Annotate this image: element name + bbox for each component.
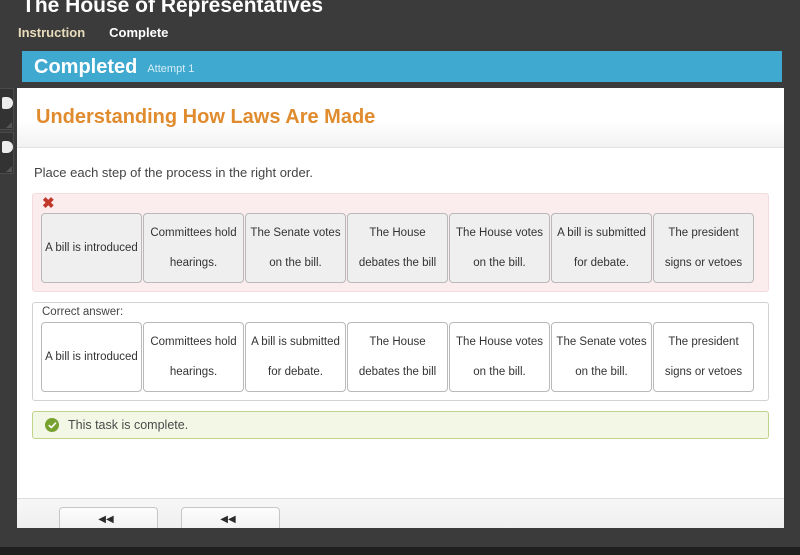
task-prompt: Place each step of the process in the ri… xyxy=(34,165,313,180)
restart-button[interactable]: ◀◀ xyxy=(181,507,280,528)
panel-icon-1 xyxy=(2,97,13,109)
step-card: Committees hold hearings. xyxy=(143,322,244,392)
panel-icon-2 xyxy=(2,141,13,153)
step-card-line2: debates the bill xyxy=(358,366,437,378)
lesson-footer: ◀◀ ◀◀ xyxy=(17,498,784,528)
user-answer-row: ✖ A bill is introduced Committees hold h… xyxy=(32,193,769,292)
step-tabstrip: Instruction Complete xyxy=(18,25,168,40)
step-card-line2: on the bill. xyxy=(575,366,628,378)
step-card: The president signs or vetoes xyxy=(653,322,754,392)
resize-corner-icon-2 xyxy=(6,166,12,172)
step-card-line1: The Senate votes xyxy=(250,226,341,239)
step-card-line1: A bill is submitted xyxy=(557,226,646,239)
step-card-line1: The House votes xyxy=(456,226,543,239)
task-complete-alert: This task is complete. xyxy=(32,411,769,439)
correct-answer-cards: A bill is introduced Committees hold hea… xyxy=(41,322,760,392)
step-card-line1: A bill is submitted xyxy=(251,335,340,348)
step-card[interactable]: A bill is submitted for debate. xyxy=(551,213,652,283)
tab-instruction[interactable]: Instruction xyxy=(18,25,85,40)
lesson-header: Understanding How Laws Are Made xyxy=(17,88,784,148)
status-banner: Completed Attempt 1 xyxy=(22,51,782,82)
step-card[interactable]: The Senate votes on the bill. xyxy=(245,213,346,283)
step-card-line2: hearings. xyxy=(169,257,218,269)
bottom-gutter xyxy=(0,547,800,555)
step-card-line2: on the bill. xyxy=(473,257,526,269)
step-card[interactable]: Committees hold hearings. xyxy=(143,213,244,283)
cross-icon: ✖ xyxy=(42,195,55,212)
step-card-line2: on the bill. xyxy=(269,257,322,269)
rewind-icon: ◀◀ xyxy=(98,514,114,525)
step-card-line1: A bill is introduced xyxy=(45,350,138,363)
step-card: The House votes on the bill. xyxy=(449,322,550,392)
step-card-line2: signs or vetoes xyxy=(664,366,743,378)
correct-answer-label: Correct answer: xyxy=(42,306,124,318)
step-card-line1: Committees hold xyxy=(150,335,237,348)
alert-message: This task is complete. xyxy=(68,418,189,432)
step-card-line1: The House votes xyxy=(456,335,543,348)
step-card[interactable]: A bill is introduced xyxy=(41,213,142,283)
step-card: The House debates the bill xyxy=(347,322,448,392)
resize-corner-icon-1 xyxy=(6,122,12,128)
step-card[interactable]: The House debates the bill xyxy=(347,213,448,283)
step-card[interactable]: The president signs or vetoes xyxy=(653,213,754,283)
step-card-line2: on the bill. xyxy=(473,366,526,378)
step-card-line1: The president xyxy=(668,335,739,348)
step-card-line2: for debate. xyxy=(574,257,629,269)
step-card-line2: debates the bill xyxy=(358,257,437,269)
previous-button[interactable]: ◀◀ xyxy=(59,507,158,528)
rail-tab-2[interactable] xyxy=(0,132,14,174)
step-card-line1: Committees hold xyxy=(150,226,237,239)
status-badge: Completed xyxy=(34,55,138,78)
left-panel-rail xyxy=(0,88,14,174)
step-card-line2: for debate. xyxy=(268,366,323,378)
check-circle-icon xyxy=(45,418,59,432)
lesson-title: Understanding How Laws Are Made xyxy=(36,106,376,128)
step-card-line1: The Senate votes xyxy=(556,335,647,348)
rail-tab-1[interactable] xyxy=(0,88,14,130)
step-card-line1: A bill is introduced xyxy=(45,241,138,254)
step-card-line1: The House xyxy=(369,226,426,239)
step-card-line1: The president xyxy=(668,226,739,239)
step-card: The Senate votes on the bill. xyxy=(551,322,652,392)
rewind-icon: ◀◀ xyxy=(220,514,236,525)
step-card[interactable]: The House votes on the bill. xyxy=(449,213,550,283)
attempt-count: Attempt 1 xyxy=(147,63,195,75)
step-card-line1: The House xyxy=(369,335,426,348)
step-card-line2: signs or vetoes xyxy=(664,257,743,269)
lesson-card: Understanding How Laws Are Made Place ea… xyxy=(17,88,784,528)
tab-complete[interactable]: Complete xyxy=(109,25,168,40)
correct-answer-row: Correct answer: A bill is introduced Com… xyxy=(32,302,769,401)
right-gutter xyxy=(784,0,800,555)
application-window: The House of Representatives Instruction… xyxy=(0,0,800,555)
step-card-line2: hearings. xyxy=(169,366,218,378)
step-card: A bill is submitted for debate. xyxy=(245,322,346,392)
lesson-body: Place each step of the process in the ri… xyxy=(17,148,784,439)
user-answer-cards: A bill is introduced Committees hold hea… xyxy=(41,213,760,283)
page-title: The House of Representatives xyxy=(22,0,324,17)
step-card: A bill is introduced xyxy=(41,322,142,392)
